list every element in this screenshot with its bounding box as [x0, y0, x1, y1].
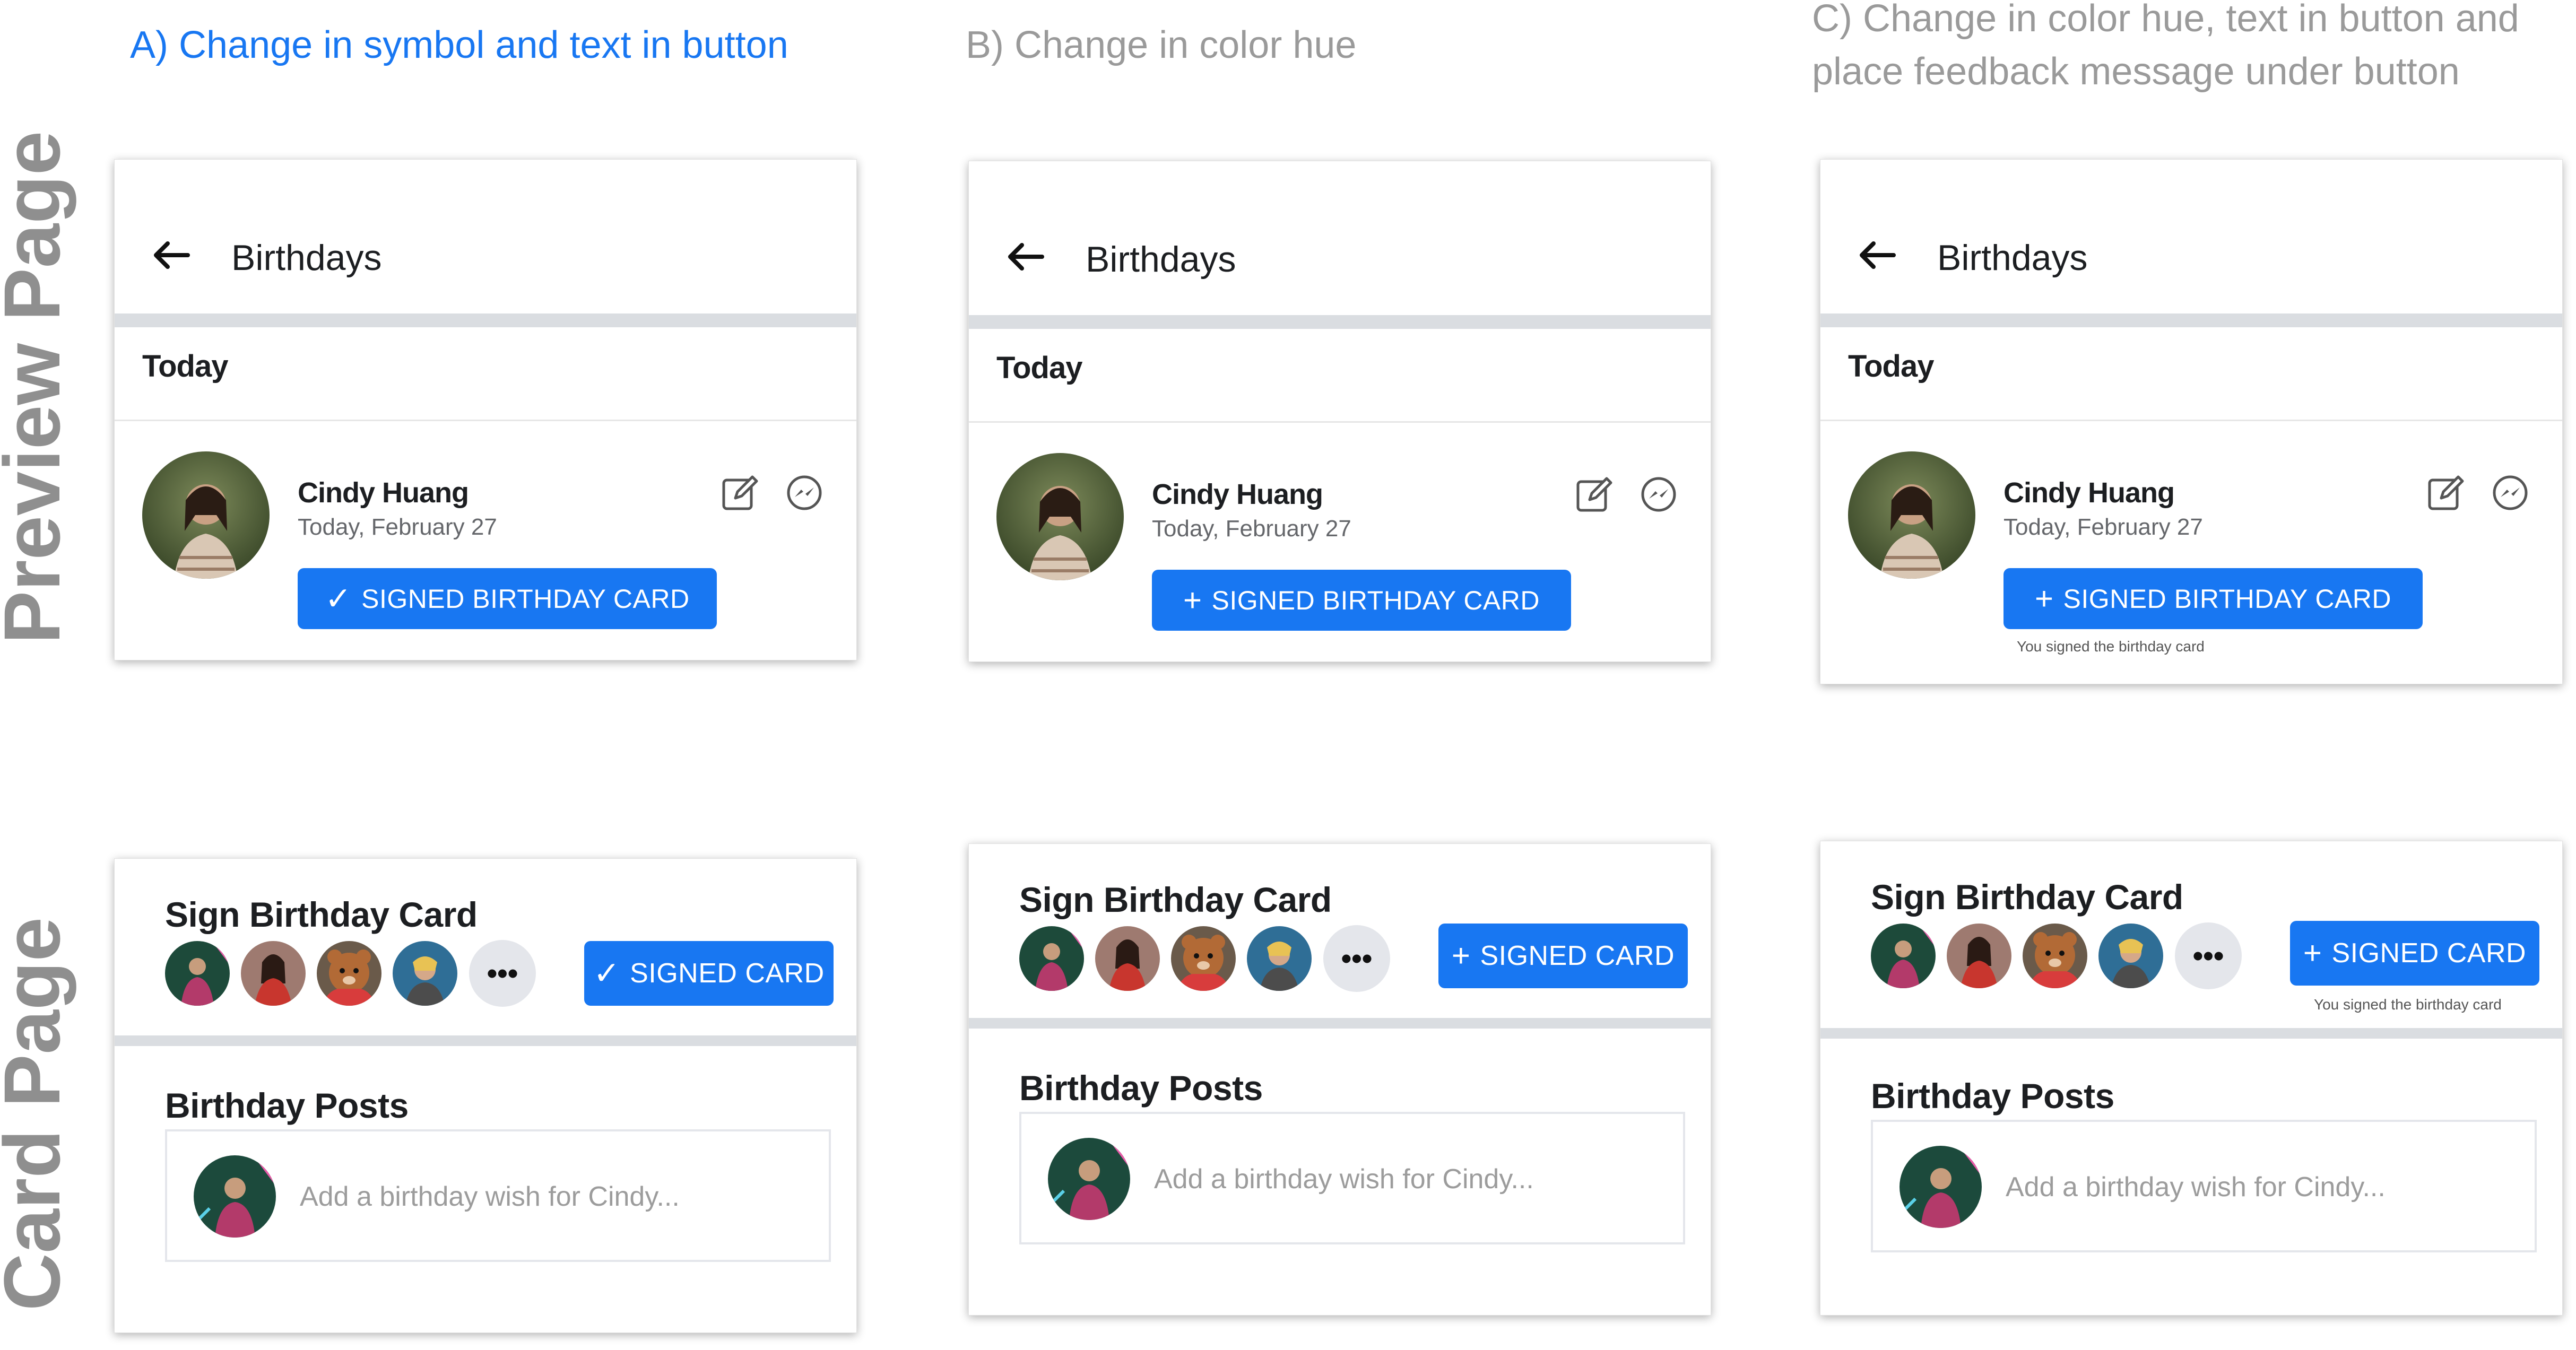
button-label: SIGNED BIRTHDAY CARD — [361, 583, 690, 614]
signer-avatar[interactable] — [241, 941, 306, 1006]
signed-card-button[interactable]: + SIGNED CARD — [2290, 921, 2539, 986]
section-heading-today: Today — [1848, 349, 1934, 384]
birthday-posts-heading: Birthday Posts — [1871, 1076, 2114, 1116]
button-label: SIGNED CARD — [630, 958, 825, 989]
back-arrow-icon[interactable] — [1858, 239, 1896, 271]
column-title-a: A) Change in symbol and text in button — [130, 24, 788, 66]
signer-avatar[interactable] — [2098, 924, 2163, 988]
birthday-posts-heading: Birthday Posts — [1019, 1068, 1263, 1108]
more-icon[interactable]: ••• — [2175, 922, 2242, 989]
messenger-icon[interactable] — [2490, 473, 2530, 513]
composer-avatar — [1900, 1146, 1982, 1228]
messenger-icon[interactable] — [1638, 474, 1679, 515]
button-label: SIGNED BIRTHDAY CARD — [1211, 585, 1540, 615]
card-panel-a: Sign Birthday Card ••• ✓ SIGNED CARD Bir… — [114, 858, 857, 1333]
signer-avatar[interactable] — [1247, 926, 1312, 991]
preview-header: Birthdays — [969, 161, 1711, 315]
card-panel-c: Sign Birthday Card ••• + SIGNED CARD You… — [1820, 841, 2563, 1316]
section-heading-today: Today — [142, 349, 228, 384]
birthday-posts-heading: Birthday Posts — [165, 1086, 409, 1125]
divider — [115, 420, 856, 421]
wish-input-placeholder[interactable]: Add a birthday wish for Cindy... — [2006, 1169, 2386, 1206]
signer-avatar[interactable] — [2023, 924, 2087, 988]
column-title-c: C) Change in color hue, text in button a… — [1812, 0, 2519, 93]
signer-avatar[interactable] — [1019, 926, 1084, 991]
birthday-date: Today, February 27 — [2003, 514, 2203, 540]
composer-avatar — [194, 1155, 276, 1238]
sign-card-title: Sign Birthday Card — [165, 895, 478, 934]
divider — [969, 421, 1711, 423]
edit-icon[interactable] — [2425, 473, 2466, 513]
more-icon[interactable]: ••• — [469, 940, 536, 1007]
card-panel-b: Sign Birthday Card ••• + SIGNED CARD Bir… — [968, 843, 1711, 1316]
feedback-message: You signed the birthday card — [2017, 638, 2205, 655]
column-title-b: B) Change in color hue — [966, 24, 1357, 66]
preview-header: Birthdays — [1820, 160, 2562, 313]
section-divider — [1820, 313, 2562, 327]
person-name[interactable]: Cindy Huang — [1152, 477, 1323, 512]
button-label: SIGNED CARD — [1480, 940, 1675, 971]
birthday-wish-composer[interactable]: Add a birthday wish for Cindy... — [165, 1129, 831, 1262]
avatar[interactable] — [996, 453, 1124, 580]
sign-card-title: Sign Birthday Card — [1019, 880, 1332, 919]
person-name[interactable]: Cindy Huang — [298, 475, 469, 510]
plus-icon: + — [2303, 935, 2322, 971]
checkmark-icon: ✓ — [593, 955, 621, 991]
button-label: SIGNED CARD — [2331, 938, 2527, 969]
signed-birthday-card-button[interactable]: ✓ SIGNED BIRTHDAY CARD — [298, 568, 717, 629]
signed-birthday-card-button[interactable]: + SIGNED BIRTHDAY CARD — [1152, 570, 1571, 631]
row-label-card-page: Card Page — [0, 917, 76, 1311]
preview-panel-a: Birthdays Today Cindy Huang Today, Febru… — [114, 159, 857, 660]
signed-birthday-card-button[interactable]: + SIGNED BIRTHDAY CARD — [2003, 568, 2423, 629]
preview-panel-b: Birthdays Today Cindy Huang Today, Febru… — [968, 161, 1711, 662]
page-title: Birthdays — [1937, 238, 2088, 278]
back-arrow-icon[interactable] — [1006, 241, 1044, 273]
feedback-message: You signed the birthday card — [2314, 996, 2502, 1013]
messenger-icon[interactable] — [784, 473, 825, 513]
wish-input-placeholder[interactable]: Add a birthday wish for Cindy... — [1154, 1161, 1534, 1198]
signer-avatar[interactable] — [393, 941, 457, 1006]
signed-card-button[interactable]: + SIGNED CARD — [1438, 924, 1688, 988]
section-divider — [1820, 1028, 2562, 1039]
back-arrow-icon[interactable] — [152, 239, 190, 271]
wish-input-placeholder[interactable]: Add a birthday wish for Cindy... — [300, 1178, 680, 1215]
preview-header: Birthdays — [115, 160, 856, 313]
section-divider — [969, 1018, 1711, 1029]
person-name[interactable]: Cindy Huang — [2003, 475, 2175, 510]
plus-icon: + — [1451, 938, 1471, 973]
signer-avatar[interactable] — [165, 941, 230, 1006]
signer-avatar[interactable] — [1171, 926, 1236, 991]
plus-icon: + — [2035, 580, 2054, 616]
page-title: Birthdays — [231, 238, 382, 278]
signed-card-button[interactable]: ✓ SIGNED CARD — [584, 941, 834, 1006]
birthday-date: Today, February 27 — [1152, 516, 1351, 542]
checkmark-icon: ✓ — [325, 580, 352, 616]
sign-card-title: Sign Birthday Card — [1871, 877, 2183, 917]
section-divider — [969, 315, 1711, 329]
composer-avatar — [1048, 1138, 1130, 1220]
preview-panel-c: Birthdays Today Cindy Huang Today, Febru… — [1820, 159, 2563, 684]
more-icon[interactable]: ••• — [1323, 925, 1390, 992]
section-divider — [115, 313, 856, 327]
avatar[interactable] — [142, 451, 270, 579]
section-heading-today: Today — [996, 351, 1082, 385]
page-title: Birthdays — [1086, 239, 1236, 280]
edit-icon[interactable] — [1574, 474, 1614, 515]
birthday-date: Today, February 27 — [298, 514, 497, 540]
section-divider — [115, 1035, 856, 1046]
plus-icon: + — [1183, 582, 1202, 618]
birthday-wish-composer[interactable]: Add a birthday wish for Cindy... — [1019, 1112, 1685, 1244]
signer-avatar[interactable] — [1095, 926, 1160, 991]
avatar[interactable] — [1848, 451, 1975, 579]
signer-avatar[interactable] — [1947, 924, 2011, 988]
divider — [1820, 420, 2562, 421]
row-label-preview-page: Preview Page — [0, 130, 76, 644]
signer-avatar[interactable] — [317, 941, 381, 1006]
birthday-wish-composer[interactable]: Add a birthday wish for Cindy... — [1871, 1120, 2537, 1252]
signer-avatar[interactable] — [1871, 924, 1936, 988]
edit-icon[interactable] — [719, 473, 760, 513]
button-label: SIGNED BIRTHDAY CARD — [2063, 583, 2391, 614]
